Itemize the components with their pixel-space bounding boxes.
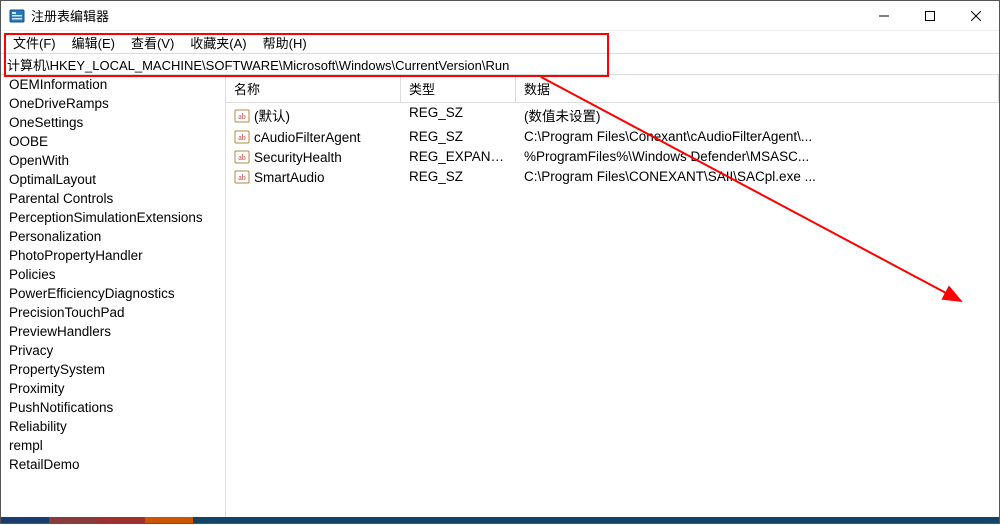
tree-item-label: PhotoPropertyHandler (9, 248, 143, 263)
tree-item-label: PreviewHandlers (9, 324, 111, 339)
tree-item-label: Proximity (9, 381, 65, 396)
value-name-cell: ab cAudioFilterAgent (226, 127, 401, 147)
taskbar-edge (1, 517, 999, 523)
body: OEMInformation OneDriveRamps OneSettings OO… (1, 75, 999, 523)
value-type-cell: REG_EXPAND_SZ (401, 147, 516, 167)
reg-sz-icon: ab (234, 108, 250, 124)
value-name-cell: ab SmartAudio (226, 167, 401, 187)
tree-item-label: PrecisionTouchPad (9, 305, 125, 320)
tree-item[interactable]: OneDriveRamps (1, 94, 225, 113)
value-name-label: cAudioFilterAgent (254, 130, 361, 145)
menu-favorites[interactable]: 收藏夹(A) (182, 31, 254, 54)
value-type-cell: REG_SZ (401, 103, 516, 127)
regedit-window: 注册表编辑器 文件(F) 编辑(E) 查看(V) 收藏夹(A) 帮助(H) OE… (0, 0, 1000, 524)
menu-edit[interactable]: 编辑(E) (64, 31, 123, 54)
value-name-label: (默认) (254, 109, 290, 124)
tree-item[interactable]: PushNotifications (1, 398, 225, 417)
values-pane[interactable]: 名称 类型 数据 ab(默认)REG_SZ(数值未设置)abcAudioFilt… (226, 75, 999, 523)
svg-text:ab: ab (238, 112, 246, 121)
tree-item-label: OpenWith (9, 153, 69, 168)
address-input[interactable] (5, 56, 995, 73)
value-type-cell: REG_SZ (401, 167, 516, 187)
reg-sz-icon: ab (234, 129, 250, 145)
maximize-button[interactable] (907, 1, 953, 31)
tree-item[interactable]: PrecisionTouchPad (1, 303, 225, 322)
tree-item-label: OOBE (9, 134, 48, 149)
col-header-name[interactable]: 名称 (226, 75, 401, 102)
tree-item[interactable]: Proximity (1, 379, 225, 398)
tree-item[interactable]: OEMInformation (1, 75, 225, 94)
menubar: 文件(F) 编辑(E) 查看(V) 收藏夹(A) 帮助(H) (1, 31, 999, 53)
tree-item[interactable]: OpenWith (1, 151, 225, 170)
minimize-button[interactable] (861, 1, 907, 31)
value-name-label: SecurityHealth (254, 150, 342, 165)
value-name-cell: ab (默认) (226, 103, 401, 127)
tree-item[interactable]: rempl (1, 436, 225, 455)
tree-item[interactable]: Privacy (1, 341, 225, 360)
value-data-cell: C:\Program Files\Conexant\cAudioFilterAg… (516, 127, 999, 147)
tree-item-label: PropertySystem (9, 362, 105, 377)
tree-item-label: OneSettings (9, 115, 83, 130)
close-button[interactable] (953, 1, 999, 31)
value-data-cell: C:\Program Files\CONEXANT\SAII\SACpl.exe… (516, 167, 999, 187)
tree-item-label: Reliability (9, 419, 67, 434)
tree-item-label: OEMInformation (9, 77, 107, 92)
tree-item-label: OneDriveRamps (9, 96, 109, 111)
value-name-label: SmartAudio (254, 170, 325, 185)
tree-pane[interactable]: OEMInformation OneDriveRamps OneSettings OO… (1, 75, 226, 523)
tree-item-label: Privacy (9, 343, 53, 358)
menu-help[interactable]: 帮助(H) (255, 31, 315, 54)
tree-item-label: Policies (9, 267, 56, 282)
tree-item[interactable]: PerceptionSimulationExtensions (1, 208, 225, 227)
col-header-data[interactable]: 数据 (516, 75, 999, 102)
tree-item[interactable]: Parental Controls (1, 189, 225, 208)
tree-item-label: Personalization (9, 229, 101, 244)
tree-item[interactable]: RetailDemo (1, 455, 225, 474)
value-data-cell: %ProgramFiles%\Windows Defender\MSASC... (516, 147, 999, 167)
tree-item[interactable]: PhotoPropertyHandler (1, 246, 225, 265)
tree-item[interactable]: Reliability (1, 417, 225, 436)
svg-text:ab: ab (238, 173, 246, 182)
tree-item-label: PerceptionSimulationExtensions (9, 210, 203, 225)
value-name-cell: ab SecurityHealth (226, 147, 401, 167)
titlebar: 注册表编辑器 (1, 1, 999, 31)
menu-file[interactable]: 文件(F) (5, 31, 64, 54)
values-header: 名称 类型 数据 (226, 75, 999, 103)
tree-item[interactable]: PowerEfficiencyDiagnostics (1, 284, 225, 303)
values-row[interactable]: ab SecurityHealth REG_EXPAND_SZ%ProgramFil… (226, 147, 999, 167)
tree-item[interactable]: Policies (1, 265, 225, 284)
value-data-cell: (数值未设置) (516, 103, 999, 127)
tree-item-label: Parental Controls (9, 191, 113, 206)
tree-item-label: RetailDemo (9, 457, 80, 472)
window-title: 注册表编辑器 (31, 6, 109, 25)
window-controls (861, 1, 999, 31)
tree-item-label: PushNotifications (9, 400, 113, 415)
address-bar (1, 53, 999, 75)
tree-item[interactable]: Personalization (1, 227, 225, 246)
value-type-cell: REG_SZ (401, 127, 516, 147)
tree-item-label: OptimalLayout (9, 172, 96, 187)
tree-item[interactable]: OneSettings (1, 113, 225, 132)
values-row[interactable]: ab SmartAudio REG_SZC:\Program Files\CONEX… (226, 167, 999, 187)
values-row[interactable]: ab (默认) REG_SZ(数值未设置) (226, 103, 999, 127)
col-header-type[interactable]: 类型 (401, 75, 516, 102)
menu-view[interactable]: 查看(V) (123, 31, 182, 54)
tree-item[interactable]: OOBE (1, 132, 225, 151)
svg-text:ab: ab (238, 133, 246, 142)
tree-item[interactable]: PreviewHandlers (1, 322, 225, 341)
tree-item-label: rempl (9, 438, 43, 453)
svg-text:ab: ab (238, 153, 246, 162)
values-row[interactable]: ab cAudioFilterAgent REG_SZC:\Program File… (226, 127, 999, 147)
tree-item[interactable]: OptimalLayout (1, 170, 225, 189)
reg-sz-icon: ab (234, 169, 250, 185)
app-icon (9, 8, 25, 24)
tree-item-label: PowerEfficiencyDiagnostics (9, 286, 175, 301)
reg-sz-icon: ab (234, 149, 250, 165)
tree-item[interactable]: PropertySystem (1, 360, 225, 379)
